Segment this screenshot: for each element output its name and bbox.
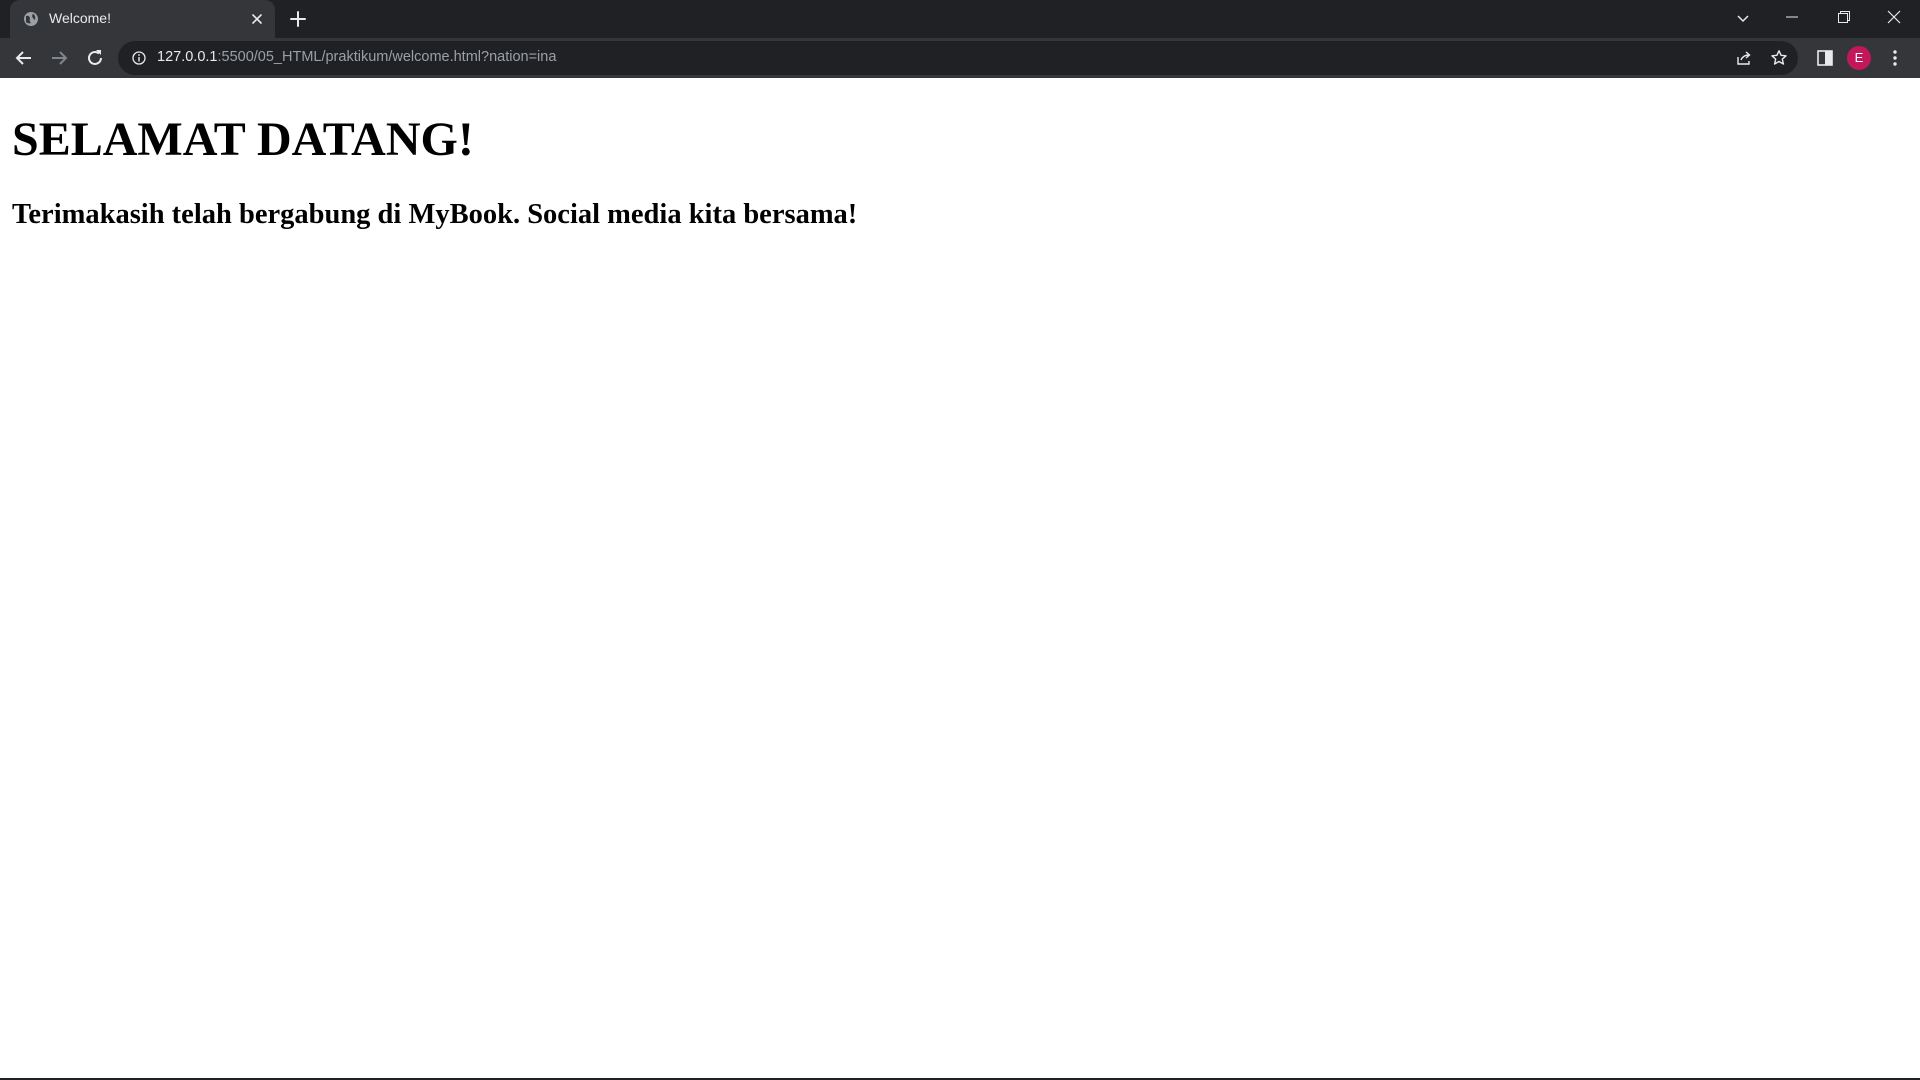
arrow-right-icon[interactable]: [47, 46, 71, 70]
restore-icon: [1838, 11, 1850, 23]
minimize-icon: [1786, 16, 1798, 18]
address-bar[interactable]: 127.0.0.1:5500/05_HTML/praktikum/welcome…: [118, 41, 1798, 75]
page-subtitle: Terimakasih telah bergabung di MyBook. S…: [12, 199, 858, 230]
url-host: 127.0.0.1: [157, 49, 218, 65]
close-window-button[interactable]: [1868, 0, 1920, 34]
url-text[interactable]: 127.0.0.1:5500/05_HTML/praktikum/welcome…: [157, 49, 556, 65]
close-icon[interactable]: [249, 11, 265, 27]
avatar[interactable]: E: [1847, 46, 1871, 70]
plus-icon[interactable]: [288, 9, 308, 29]
browser-toolbar: 127.0.0.1:5500/05_HTML/praktikum/welcome…: [0, 38, 1920, 78]
page-title: SELAMAT DATANG!: [12, 113, 474, 166]
share-icon[interactable]: [1735, 49, 1753, 67]
reload-icon[interactable]: [83, 46, 107, 70]
browser-tab[interactable]: Welcome!: [10, 0, 275, 38]
chevron-down-icon[interactable]: [1733, 8, 1753, 28]
more-vert-icon[interactable]: [1885, 48, 1905, 68]
globe-icon: [23, 11, 39, 27]
arrow-left-icon[interactable]: [12, 46, 36, 70]
info-icon[interactable]: [132, 51, 146, 65]
side-panel-icon[interactable]: [1815, 48, 1835, 68]
page-viewport: SELAMAT DATANG! Terimakasih telah bergab…: [0, 78, 1920, 1078]
tab-strip: Welcome!: [0, 0, 1920, 38]
close-icon: [1887, 10, 1901, 24]
minimize-button[interactable]: [1766, 0, 1818, 34]
restore-button[interactable]: [1818, 0, 1870, 34]
star-icon[interactable]: [1770, 49, 1788, 67]
url-path: :5500/05_HTML/praktikum/welcome.html?nat…: [217, 49, 557, 65]
tab-title: Welcome!: [49, 10, 111, 26]
